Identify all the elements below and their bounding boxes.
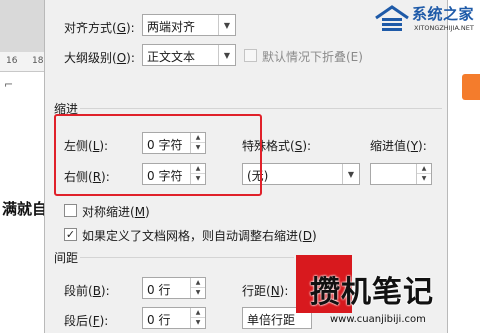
chevron-down-icon[interactable]: ▼ (218, 45, 235, 65)
ribbon-accent (462, 74, 480, 100)
document-body-text: 满就自 (2, 200, 48, 218)
line-spacing-label: 行距(N): (242, 284, 289, 298)
space-after-spinner[interactable]: 0 行 ▲ ▼ (142, 307, 206, 329)
collapse-default-checkbox[interactable] (244, 49, 257, 62)
watermark-cuanjibiji: 攒机笔记 www.cuanjibiji.com (296, 251, 480, 333)
alignment-label: 对齐方式(G): (64, 21, 135, 35)
collapse-default-label: 默认情况下折叠(E) (262, 50, 363, 64)
space-before-value: 0 行 (147, 283, 171, 297)
indent-by-label: 缩进值(Y): (370, 139, 427, 153)
spin-down-icon[interactable]: ▼ (191, 318, 205, 328)
chevron-down-icon[interactable]: ▼ (218, 15, 235, 35)
alignment-value: 两端对齐 (147, 20, 196, 34)
mirror-indents-label: 对称缩进(M) (82, 205, 150, 219)
chevron-down-icon[interactable]: ▼ (342, 164, 359, 184)
line-spacing-value: 单倍行距 (247, 313, 296, 327)
mirror-indents-checkbox[interactable] (64, 204, 77, 217)
annotation-highlight-box (54, 114, 262, 196)
outline-level-value: 正文文本 (147, 50, 196, 64)
section-divider (80, 108, 442, 109)
horizontal-ruler: 16 18 (0, 52, 50, 72)
alignment-select[interactable]: 两端对齐 ▼ (142, 14, 236, 36)
paragraph-mark-icon: ⌐ (4, 78, 14, 91)
auto-adjust-checkbox[interactable]: ✓ (64, 228, 77, 241)
space-before-label: 段前(B): (64, 284, 110, 298)
spin-up-icon[interactable]: ▲ (417, 164, 431, 174)
section-divider (80, 257, 294, 258)
ruler-number: 16 (6, 56, 18, 66)
ruler-number: 18 (32, 56, 44, 66)
space-after-value: 0 行 (147, 313, 171, 327)
document-background: 16 18 ⌐ 满就自 (0, 0, 50, 333)
space-before-spinner[interactable]: 0 行 ▲ ▼ (142, 277, 206, 299)
space-after-label: 段后(F): (64, 314, 109, 328)
spin-up-icon[interactable]: ▲ (191, 278, 205, 288)
watermark-name: 系统之家 (412, 5, 475, 23)
spacing-section-title: 间距 (54, 251, 79, 265)
watermark-domain: XITONGZHIJIA.NET (414, 24, 474, 32)
watermark-xitongzhijia: 系统之家 XITONGZHIJIA.NET (374, 0, 480, 42)
indent-by-spinner[interactable]: ▲ ▼ (370, 163, 432, 185)
house-logo-icon (375, 5, 409, 31)
watermark-brand: 攒机笔记 (310, 275, 434, 310)
spin-down-icon[interactable]: ▼ (191, 288, 205, 298)
outline-level-label: 大纲级别(O): (64, 51, 135, 65)
outline-level-select[interactable]: 正文文本 ▼ (142, 44, 236, 66)
spin-up-icon[interactable]: ▲ (191, 308, 205, 318)
auto-adjust-label: 如果定义了文档网格，则自动调整右缩进(D) (82, 229, 317, 243)
spin-down-icon[interactable]: ▼ (417, 174, 431, 184)
watermark-url: www.cuanjibiji.com (330, 314, 426, 325)
